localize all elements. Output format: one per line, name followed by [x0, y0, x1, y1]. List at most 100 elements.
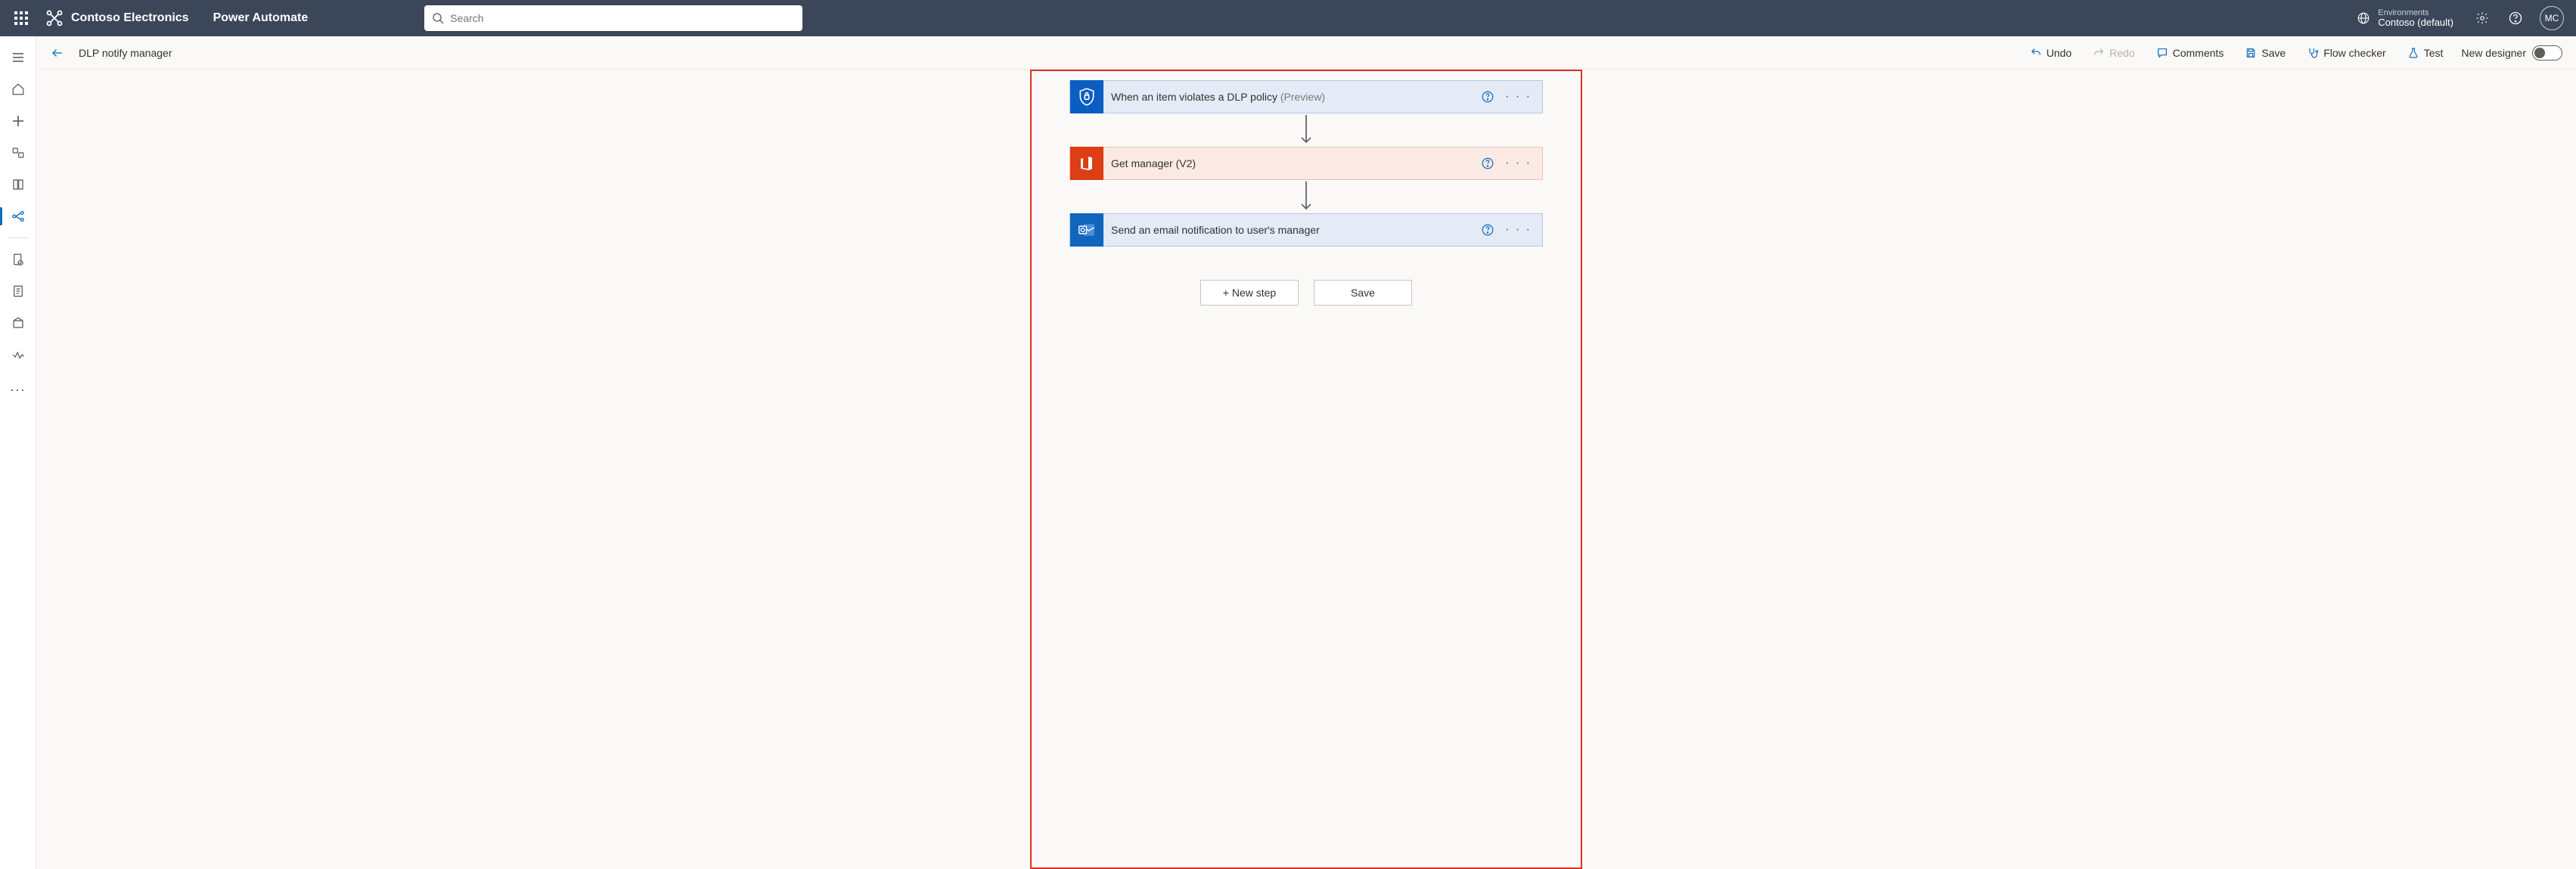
- app-launcher-button[interactable]: [6, 0, 36, 36]
- question-circle-icon: [1481, 157, 1494, 170]
- nav-monitor[interactable]: [0, 340, 36, 370]
- comments-label: Comments: [2173, 47, 2224, 59]
- nav-more[interactable]: ···: [0, 374, 36, 405]
- approvals-icon: [11, 253, 25, 266]
- gear-icon: [2475, 11, 2489, 25]
- designer-canvas[interactable]: When an item violates a DLP policy (Prev…: [36, 70, 2576, 869]
- new-step-button[interactable]: + New step: [1200, 280, 1299, 306]
- test-label: Test: [2424, 47, 2444, 59]
- environment-picker[interactable]: Environments Contoso (default): [2346, 8, 2464, 28]
- brand-logo-icon: [45, 9, 64, 27]
- nav-separator: [8, 237, 29, 238]
- nav-my-flows[interactable]: [0, 201, 36, 231]
- step-send-email-help[interactable]: [1481, 223, 1494, 237]
- redo-button: Redo: [2085, 41, 2142, 65]
- question-circle-icon: [1481, 90, 1494, 104]
- redo-icon: [2093, 47, 2105, 59]
- content-column: DLP notify manager Undo Redo Comments Sa…: [36, 36, 2576, 869]
- new-designer-label: New designer: [2461, 47, 2526, 59]
- top-header: Contoso Electronics Power Automate Envir…: [0, 0, 2576, 36]
- connector-arrow-2[interactable]: [1299, 180, 1314, 213]
- flow-highlight-box: When an item violates a DLP policy (Prev…: [1030, 70, 1582, 869]
- canvas-footer-buttons: + New step Save: [1200, 280, 1412, 306]
- main-row: ··· DLP notify manager Undo Redo Comment…: [0, 36, 2576, 869]
- back-button[interactable]: [45, 41, 70, 65]
- step-get-manager-title: Get manager (V2): [1103, 157, 1470, 169]
- new-designer-toggle[interactable]: [2532, 45, 2562, 61]
- flow-checker-label: Flow checker: [2323, 47, 2385, 59]
- environment-name: Contoso (default): [2378, 17, 2453, 28]
- question-icon: [2509, 11, 2522, 25]
- nav-home[interactable]: [0, 74, 36, 104]
- step-get-manager-icon: [1070, 147, 1103, 180]
- step-get-manager-actions: · · ·: [1470, 157, 1542, 170]
- step-trigger-help[interactable]: [1481, 90, 1494, 104]
- step-trigger-icon: [1070, 80, 1103, 113]
- undo-label: Undo: [2047, 47, 2072, 59]
- nav-process[interactable]: [0, 276, 36, 306]
- nav-learn[interactable]: [0, 169, 36, 200]
- comment-icon: [2156, 47, 2168, 59]
- templates-icon: [11, 146, 25, 160]
- step-trigger-card[interactable]: When an item violates a DLP policy (Prev…: [1069, 80, 1543, 113]
- globe-icon: [2357, 11, 2370, 25]
- hamburger-icon: [11, 51, 25, 64]
- save-icon: [2245, 47, 2257, 59]
- book-icon: [11, 178, 25, 191]
- shield-lock-icon: [1077, 87, 1097, 107]
- plus-icon: [11, 114, 25, 128]
- new-designer-toggle-group: New designer: [2457, 45, 2567, 61]
- nav-ai-models[interactable]: [0, 308, 36, 338]
- process-icon: [11, 284, 25, 298]
- office-icon: [1078, 154, 1096, 172]
- settings-button[interactable]: [2467, 0, 2497, 36]
- undo-icon: [2030, 47, 2042, 59]
- nav-create[interactable]: [0, 106, 36, 136]
- stethoscope-icon: [2307, 47, 2319, 59]
- avatar-initials: MC: [2545, 13, 2559, 23]
- comments-button[interactable]: Comments: [2149, 41, 2232, 65]
- ai-icon: [11, 316, 25, 330]
- connector-arrow-1[interactable]: [1299, 113, 1314, 147]
- step-trigger-menu[interactable]: · · ·: [1505, 90, 1532, 104]
- step-trigger-title: When an item violates a DLP policy (Prev…: [1103, 91, 1470, 103]
- flow-title[interactable]: DLP notify manager: [76, 47, 172, 59]
- app-name[interactable]: Power Automate: [198, 11, 324, 25]
- redo-label: Redo: [2109, 47, 2134, 59]
- monitor-icon: [11, 348, 25, 362]
- step-send-email-actions: · · ·: [1470, 223, 1542, 237]
- left-nav-rail: ···: [0, 36, 36, 869]
- ellipsis-icon: ···: [10, 382, 26, 398]
- nav-approvals[interactable]: [0, 244, 36, 275]
- nav-hamburger[interactable]: [0, 42, 36, 73]
- save-label: Save: [2261, 47, 2286, 59]
- canvas-save-button[interactable]: Save: [1314, 280, 1412, 306]
- undo-button[interactable]: Undo: [2022, 41, 2079, 65]
- brand-name: Contoso Electronics: [71, 11, 189, 25]
- test-button[interactable]: Test: [2400, 41, 2451, 65]
- step-send-email-menu[interactable]: · · ·: [1505, 223, 1532, 237]
- outlook-icon: [1077, 220, 1097, 240]
- flow-checker-button[interactable]: Flow checker: [2299, 41, 2393, 65]
- step-send-email-title: Send an email notification to user's man…: [1103, 224, 1470, 236]
- flask-icon: [2407, 47, 2419, 59]
- arrow-down-icon: [1299, 180, 1314, 213]
- search-box[interactable]: [424, 5, 802, 31]
- environment-text: Environments Contoso (default): [2378, 8, 2453, 28]
- step-send-email-icon: [1070, 213, 1103, 247]
- help-button[interactable]: [2500, 0, 2531, 36]
- command-bar: DLP notify manager Undo Redo Comments Sa…: [36, 36, 2576, 70]
- question-circle-icon: [1481, 223, 1494, 237]
- step-get-manager-help[interactable]: [1481, 157, 1494, 170]
- step-send-email-card[interactable]: Send an email notification to user's man…: [1069, 213, 1543, 247]
- save-button[interactable]: Save: [2237, 41, 2293, 65]
- user-avatar[interactable]: MC: [2540, 6, 2564, 30]
- nav-templates[interactable]: [0, 138, 36, 168]
- home-icon: [11, 82, 25, 96]
- search-input[interactable]: [450, 12, 795, 24]
- step-get-manager-menu[interactable]: · · ·: [1505, 157, 1532, 170]
- arrow-down-icon: [1299, 113, 1314, 147]
- step-get-manager-card[interactable]: Get manager (V2) · · ·: [1069, 147, 1543, 180]
- brand-block[interactable]: Contoso Electronics: [39, 9, 195, 27]
- step-trigger-actions: · · ·: [1470, 90, 1542, 104]
